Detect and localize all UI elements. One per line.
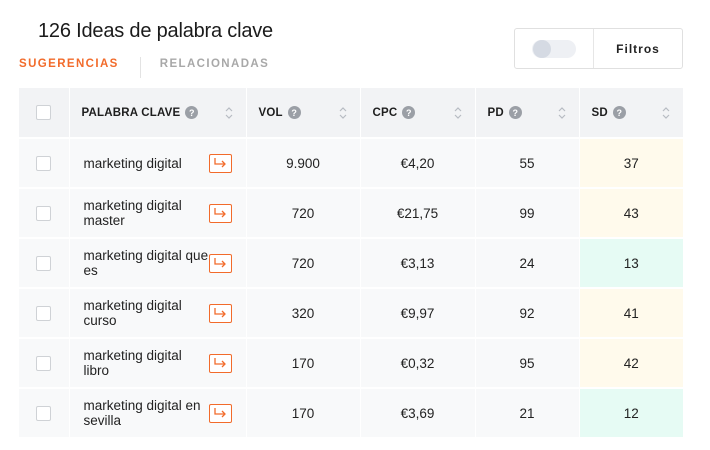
table-row: marketing digital que es 720 €3,13 24 13 [19,238,683,289]
vol-cell: 720 [246,238,361,289]
select-all-checkbox[interactable] [36,105,52,120]
header-cpc[interactable]: CPC? [360,88,476,139]
header-vol-label: VOL [258,106,283,119]
keyword-text[interactable]: marketing digital en sevilla [84,398,209,428]
filter-panel: Filtros [514,28,683,69]
sd-cell: 12 [579,388,683,439]
sort-arrows-icon[interactable] [453,105,463,121]
keyword-text[interactable]: marketing digital master [84,198,209,228]
header-vol[interactable]: VOL? [246,88,361,139]
cpc-cell: €0,32 [360,338,476,389]
row-select-cell [19,188,70,239]
row-checkbox[interactable] [36,205,52,221]
row-checkbox[interactable] [36,405,52,421]
vol-cell: 170 [246,338,361,389]
header-cpc-label: CPC [372,106,398,119]
header-keyword-label: PALABRA CLAVE [81,106,181,119]
table-row: marketing digital curso 320 €9,97 92 41 [19,288,683,339]
keyword-text[interactable]: marketing digital [84,156,182,171]
header-sd-label: SD [591,106,608,119]
sort-arrows-icon[interactable] [338,105,348,121]
keyword-text[interactable]: marketing digital que es [84,248,209,278]
keyword-cell: marketing digital libro [69,338,247,389]
row-checkbox[interactable] [36,255,52,271]
sd-cell: 43 [579,188,683,239]
sort-arrows-icon[interactable] [557,105,567,121]
row-select-cell [19,338,70,389]
arrow-return-right-icon[interactable] [208,303,232,323]
header-pd-label: PD [487,106,504,119]
table-row: marketing digital en sevilla 170 €3,69 2… [19,388,683,439]
keyword-cell: marketing digital master [69,188,247,239]
pd-cell: 24 [475,238,580,289]
pd-cell: 95 [475,338,580,389]
question-circle-icon[interactable]: ? [287,106,301,119]
cpc-cell: €3,13 [360,238,476,289]
pd-cell: 92 [475,288,580,339]
sd-cell: 42 [579,338,683,389]
sort-arrows-icon[interactable] [661,105,671,121]
vol-cell: 320 [246,288,361,339]
row-checkbox[interactable] [36,355,52,371]
tab-divider [139,57,141,78]
page-title: 126 Ideas de palabra clave [38,20,273,42]
cpc-cell: €3,69 [360,388,476,439]
tab-sugerencias[interactable]: SUGERENCIAS [19,57,119,71]
table-row: marketing digital master 720 €21,75 99 4… [19,188,683,239]
keyword-cell: marketing digital que es [69,238,247,289]
row-checkbox[interactable] [36,155,52,171]
toggle-knob [533,39,551,58]
question-circle-icon[interactable]: ? [508,106,522,119]
sort-arrows-icon[interactable] [224,105,234,121]
arrow-return-right-icon[interactable] [208,403,232,423]
filter-toggle[interactable] [532,39,576,58]
question-circle-icon[interactable]: ? [185,106,199,119]
header-keyword[interactable]: PALABRA CLAVE? [69,88,247,139]
row-select-cell [19,288,70,339]
header-pd[interactable]: PD? [475,88,580,139]
tab-relacionadas[interactable]: RELACIONADAS [160,57,269,71]
header-select-all [19,88,70,139]
tab-bar: SUGERENCIAS RELACIONADAS [19,57,269,79]
keyword-text[interactable]: marketing digital curso [84,298,209,328]
vol-cell: 9.900 [246,138,361,189]
pd-cell: 55 [475,138,580,189]
vol-cell: 170 [246,388,361,439]
sd-cell: 37 [579,138,683,189]
header-sd[interactable]: SD? [579,88,683,139]
keyword-cell: marketing digital en sevilla [69,388,247,439]
table-row: marketing digital libro 170 €0,32 95 42 [19,338,683,389]
question-circle-icon[interactable]: ? [402,106,416,119]
row-select-cell [19,238,70,289]
keyword-cell: marketing digital curso [69,288,247,339]
arrow-return-right-icon[interactable] [208,353,232,373]
sd-cell: 41 [579,288,683,339]
filters-button[interactable]: Filtros [594,29,682,68]
row-select-cell [19,138,70,189]
keyword-text[interactable]: marketing digital libro [84,348,209,378]
cpc-cell: €9,97 [360,288,476,339]
sd-cell: 13 [579,238,683,289]
arrow-return-right-icon[interactable] [208,203,232,223]
table-header-row: PALABRA CLAVE? VOL? CPC? PD? SD? [19,88,683,139]
keyword-cell: marketing digital [69,138,247,189]
vol-cell: 720 [246,188,361,239]
keyword-table: PALABRA CLAVE? VOL? CPC? PD? SD? marketi… [19,88,683,439]
arrow-return-right-icon[interactable] [208,253,232,273]
pd-cell: 21 [475,388,580,439]
row-checkbox[interactable] [36,305,52,321]
cpc-cell: €21,75 [360,188,476,239]
question-circle-icon[interactable]: ? [612,106,626,119]
cpc-cell: €4,20 [360,138,476,189]
arrow-return-right-icon[interactable] [208,153,232,173]
table-row: marketing digital 9.900 €4,20 55 37 [19,138,683,189]
pd-cell: 99 [475,188,580,239]
filter-toggle-area [515,29,594,68]
row-select-cell [19,388,70,439]
